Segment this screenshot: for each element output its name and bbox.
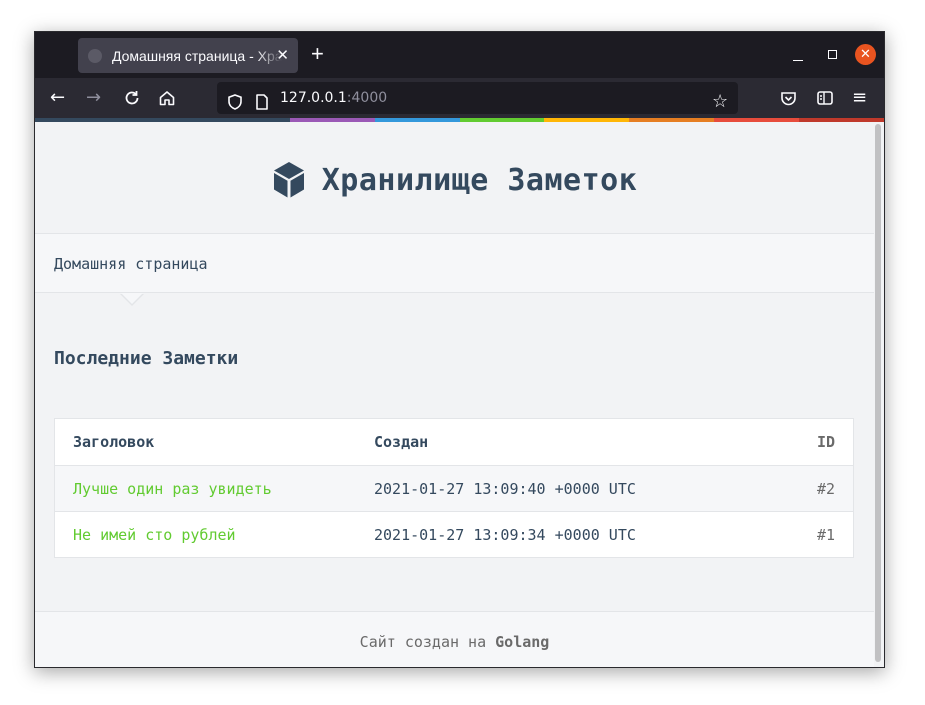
menu-icon[interactable]: ≡ — [852, 78, 867, 118]
note-title-cell: Не имей сто рублей — [55, 526, 374, 544]
nav-home-link[interactable]: Домашняя страница — [54, 234, 208, 294]
favicon-icon — [88, 48, 102, 63]
nav-pointer — [121, 293, 143, 304]
page-icon[interactable] — [254, 82, 270, 122]
cube-icon — [273, 162, 304, 198]
tab-active[interactable]: Домашняя страница - Хранилище Заметок ✕ — [78, 38, 298, 73]
reader-icon[interactable] — [816, 78, 834, 118]
site-logo[interactable]: Хранилище Заметок — [272, 161, 638, 199]
pocket-icon[interactable] — [780, 78, 797, 118]
home-icon[interactable] — [158, 78, 176, 118]
section-title: Последние Заметки — [54, 348, 239, 369]
shield-icon[interactable] — [226, 82, 244, 122]
url-bar[interactable]: 127.0.0.1:4000 ☆ — [217, 82, 738, 114]
header-id: ID — [816, 433, 835, 451]
page-content: Хранилище Заметок Домашняя страница Посл… — [35, 122, 874, 667]
note-created-cell: 2021-01-27 13:09:34 +0000 UTC — [374, 525, 636, 544]
table-row: Не имей сто рублей 2021-01-27 13:09:34 +… — [55, 511, 853, 557]
new-tab-button[interactable]: + — [311, 40, 324, 68]
url-host: 127.0.0.1 — [280, 90, 347, 106]
reload-icon[interactable] — [123, 78, 141, 118]
site-header: Хранилище Заметок — [35, 122, 874, 233]
footer-brand: Golang — [495, 633, 550, 651]
url-text: 127.0.0.1:4000 — [280, 82, 387, 114]
notes-table: Заголовок Создан ID Лучше один раз увиде… — [54, 418, 854, 558]
maximize-button[interactable] — [828, 50, 837, 59]
navigation-toolbar: ← → 127.0.0.1:4000 ☆ ≡ — [35, 78, 884, 118]
url-port: :4000 — [346, 90, 388, 106]
tab-title: Домашняя страница - Хранилище Заметок — [112, 47, 282, 64]
header-created: Создан — [374, 433, 429, 451]
note-created-cell: 2021-01-27 13:09:40 +0000 UTC — [374, 479, 636, 498]
site-footer: Сайт создан на Golang — [35, 611, 874, 667]
note-link[interactable]: Лучше один раз увидеть — [73, 480, 272, 498]
note-link[interactable]: Не имей сто рублей — [73, 526, 236, 544]
minimize-button[interactable] — [793, 60, 803, 61]
browser-window: Домашняя страница - Хранилище Заметок ✕ … — [34, 31, 885, 668]
star-icon[interactable]: ☆ — [712, 82, 728, 122]
tab-close-icon[interactable]: ✕ — [276, 46, 289, 64]
title-bar: Домашняя страница - Хранилище Заметок ✕ … — [35, 32, 884, 78]
site-title: Хранилище Заметок — [321, 162, 638, 198]
scrollbar[interactable] — [875, 124, 881, 662]
back-arrow-icon[interactable]: ← — [50, 78, 65, 118]
header-title: Заголовок — [73, 433, 155, 451]
table-header-row: Заголовок Создан ID — [55, 419, 853, 465]
footer-prefix: Сайт создан на — [359, 633, 496, 651]
forward-arrow-icon[interactable]: → — [86, 78, 101, 118]
note-title-cell: Лучше один раз увидеть — [55, 480, 374, 498]
note-id-cell: #1 — [816, 525, 835, 544]
close-window-button[interactable]: ✕ — [855, 44, 876, 65]
note-id-cell: #2 — [816, 479, 835, 498]
table-row: Лучше один раз увидеть 2021-01-27 13:09:… — [55, 465, 853, 511]
site-nav: Домашняя страница — [35, 233, 874, 306]
